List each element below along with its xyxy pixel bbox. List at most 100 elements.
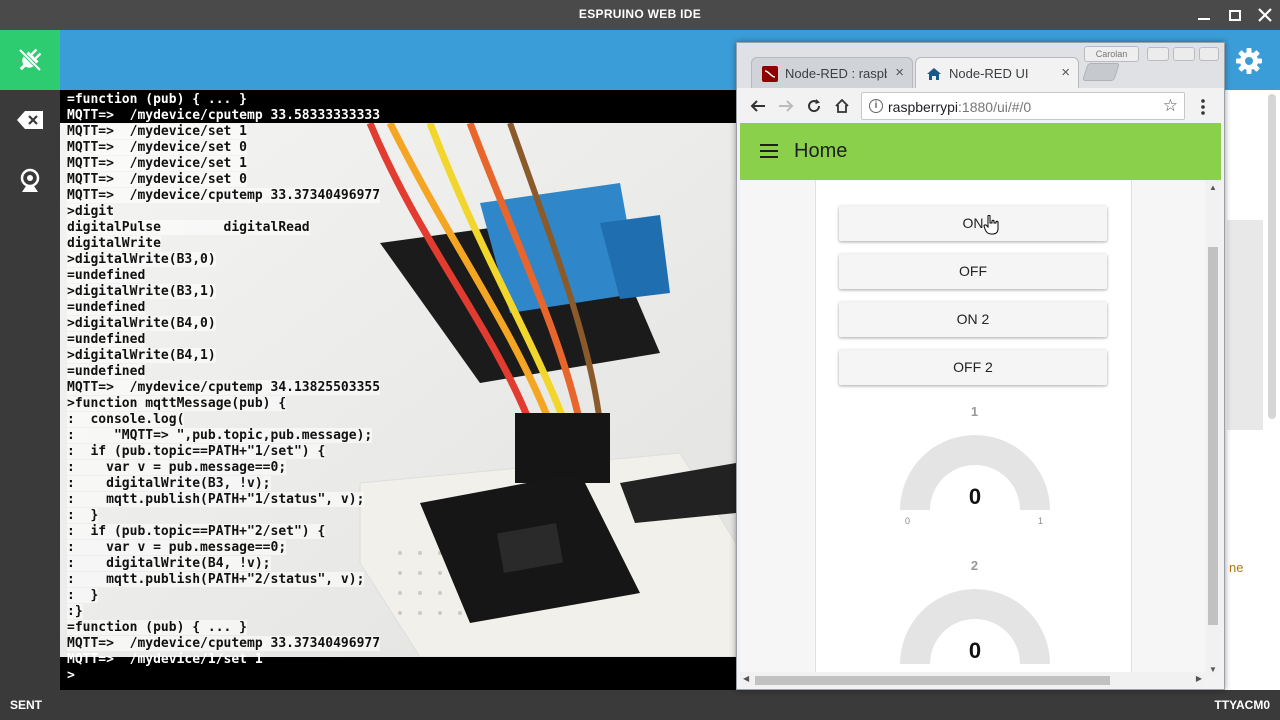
terminal-line: MQTT=> /mydevice/cputemp 33.58333333333 [67, 108, 381, 123]
url-bar-row: i raspberrypi:1880/ui/#/0 ☆ [737, 88, 1224, 124]
terminal-line: =undefined [67, 268, 146, 283]
minimize-button[interactable] [1193, 4, 1215, 26]
maximize-button[interactable] [1224, 4, 1246, 26]
terminal-line: : if (pub.topic==PATH+"1/set") { [67, 444, 326, 459]
terminal-line: : } [67, 508, 99, 523]
gauge-1-title: 1 [970, 404, 979, 419]
forward-button[interactable] [775, 95, 797, 117]
status-sent: SENT [10, 698, 43, 712]
close-button[interactable] [1254, 4, 1276, 26]
reload-button[interactable] [803, 95, 825, 117]
terminal-line: MQTT=> /mydevice/cputemp 33.37340496977 [67, 636, 381, 651]
terminal-line: > [67, 668, 75, 683]
browser-close-button[interactable] [1199, 47, 1219, 61]
back-button[interactable] [747, 95, 769, 117]
new-tab-button[interactable] [1082, 63, 1120, 81]
clear-terminal-button[interactable] [15, 105, 45, 135]
address-bar[interactable]: i raspberrypi:1880/ui/#/0 ☆ [861, 92, 1185, 120]
terminal-line: =function (pub) { ... } [67, 92, 248, 107]
home-favicon-icon [927, 68, 941, 80]
editor-text-fragment: ne [1229, 560, 1244, 575]
editor-scrollbar[interactable] [1268, 94, 1276, 419]
terminal-output: =function (pub) { ... } MQTT=> /mydevice/… [67, 92, 381, 684]
maximize-icon [1229, 10, 1241, 21]
dashboard-header: Home [740, 123, 1221, 180]
gauge-2: 0 [896, 588, 1054, 677]
terminal-line: : console.log( [67, 412, 185, 427]
url-text: raspberrypi:1880/ui/#/0 [888, 99, 1031, 115]
scroll-left-icon[interactable]: ◀ [743, 674, 749, 683]
window-titlebar: ESPRUINO WEB IDE [0, 0, 1280, 30]
terminal-line: MQTT=> /mydevice/set 1 [67, 156, 248, 171]
terminal-line: MQTT=> /mydevice/cputemp 34.13825503355 [67, 380, 381, 395]
dashboard-group-card: ON OFF ON 2 OFF 2 1 0 0 1 2 0 [815, 180, 1132, 677]
arrow-right-icon [779, 100, 794, 112]
profile-badge[interactable]: Carolan [1084, 46, 1139, 62]
scroll-right-icon[interactable]: ▶ [1196, 674, 1202, 683]
plug-icon [18, 48, 42, 72]
scroll-down-icon[interactable]: ▼ [1209, 665, 1217, 674]
terminal-line: : } [67, 588, 99, 603]
tab-node-red-ui[interactable]: Node-RED UI × [915, 57, 1079, 88]
scrollbar-thumb[interactable] [755, 676, 1110, 685]
backspace-icon [17, 111, 43, 129]
minimize-icon [1198, 18, 1210, 20]
hamburger-menu-icon[interactable] [760, 144, 778, 158]
info-icon[interactable]: i [869, 99, 883, 113]
terminal-line: : mqtt.publish(PATH+"2/status", v); [67, 572, 365, 587]
tab-close-icon[interactable]: × [895, 64, 904, 81]
terminal-line: digitalWrite [67, 236, 161, 251]
terminal-line: >digitalWrite(B4,1) [67, 348, 216, 363]
terminal-line: =function (pub) { ... } [67, 620, 248, 635]
terminal-line: >digitalWrite(B4,0) [67, 316, 216, 331]
off-2-button[interactable]: OFF 2 [839, 350, 1107, 385]
tab-close-icon[interactable]: × [1061, 64, 1070, 81]
terminal-line: : var v = pub.message==0; [67, 460, 287, 475]
webcam-icon [20, 168, 40, 192]
vertical-scrollbar[interactable]: ▲ ▼ [1205, 180, 1221, 677]
url-host: raspberrypi [888, 99, 959, 115]
dashboard-content: ON OFF ON 2 OFF 2 1 0 0 1 2 0 [740, 180, 1221, 677]
browser-maximize-button[interactable] [1173, 47, 1195, 61]
browser-menu-button[interactable] [1195, 96, 1211, 118]
terminal-line: =undefined [67, 332, 146, 347]
scroll-up-icon[interactable]: ▲ [1209, 183, 1217, 192]
scrollbar-thumb[interactable] [1208, 247, 1218, 625]
home-button[interactable] [831, 95, 853, 117]
on-button[interactable]: ON [839, 206, 1107, 241]
off-button[interactable]: OFF [839, 254, 1107, 289]
status-port: TTYACM0 [1214, 698, 1270, 712]
bookmark-star-icon[interactable]: ☆ [1163, 96, 1178, 116]
settings-button[interactable] [1228, 40, 1270, 82]
tab-label: Node-RED UI [949, 66, 1029, 81]
terminal-line: : digitalWrite(B4, !v); [67, 556, 271, 571]
webcam-button[interactable] [15, 166, 45, 196]
node-red-favicon-icon [762, 66, 778, 82]
on-2-button[interactable]: ON 2 [839, 302, 1107, 337]
terminal-line: >digitalWrite(B3,1) [67, 284, 216, 299]
horizontal-scrollbar[interactable]: ◀ ▶ [740, 672, 1205, 688]
terminal-line: MQTT=> /mydevice/set 0 [67, 140, 248, 155]
connect-button[interactable] [0, 30, 60, 90]
gauge-1-min: 0 [905, 516, 911, 526]
gauge-1: 0 0 1 [896, 434, 1054, 534]
gauge-1-max: 1 [1037, 516, 1043, 526]
browser-minimize-button[interactable] [1147, 47, 1169, 61]
reload-icon [808, 99, 821, 113]
tab-label: Node-RED : raspb [785, 66, 887, 81]
more-vert-icon [1201, 99, 1205, 115]
tab-node-red[interactable]: Node-RED : raspb × [751, 57, 913, 88]
terminal[interactable]: =function (pub) { ... } MQTT=> /mydevice/… [60, 90, 736, 690]
terminal-line: >digit [67, 204, 114, 219]
page-title: Home [794, 140, 848, 162]
editor-pane[interactable]: ne [1225, 90, 1280, 690]
mouse-pointer-icon [983, 215, 999, 235]
terminal-line: MQTT=> /mydevice/set 0 [67, 172, 248, 187]
terminal-line: >function mqttMessage(pub) { [67, 396, 287, 411]
terminal-line: MQTT=> /mydevice/cputemp 33.37340496977 [67, 188, 381, 203]
home-icon [835, 98, 849, 113]
close-icon [1258, 8, 1272, 22]
gear-icon [1236, 48, 1262, 74]
terminal-line: MQTT=> /mydevice/1/set 1 [67, 652, 263, 667]
editor-block [1227, 220, 1263, 430]
